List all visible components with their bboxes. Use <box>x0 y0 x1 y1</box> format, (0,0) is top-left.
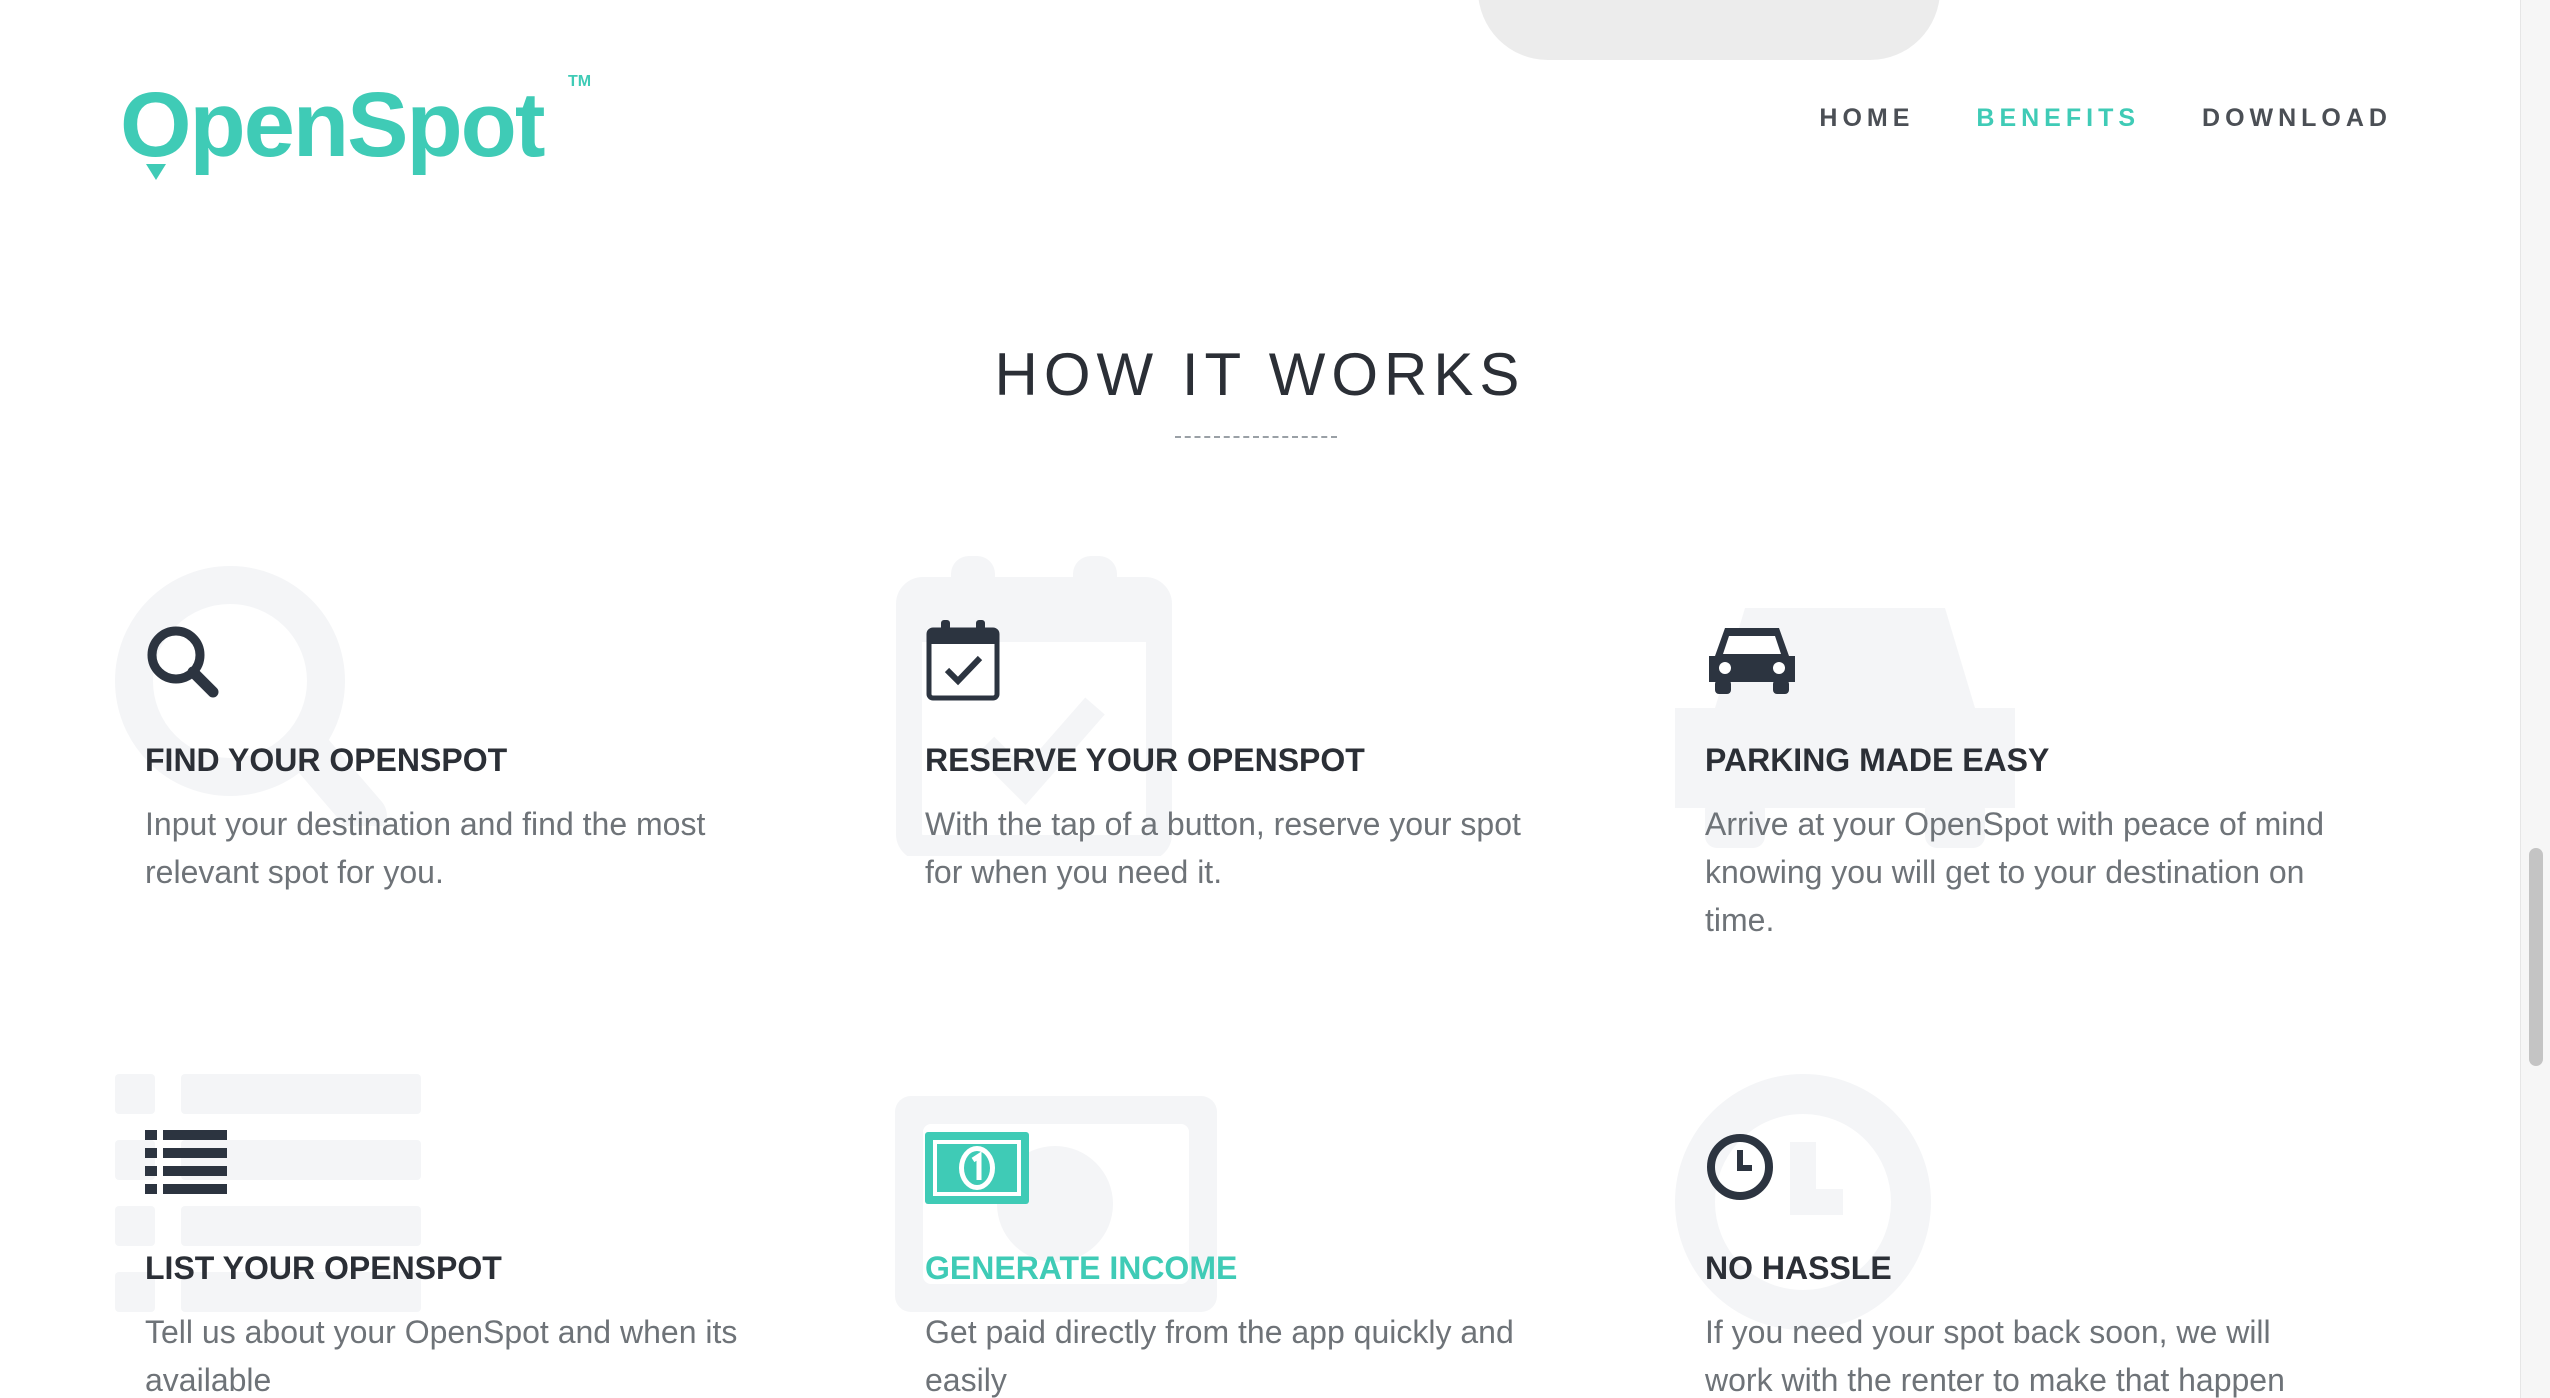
money-watermark-icon <box>895 1096 1217 1312</box>
feature-text: With the tap of a button, reserve your s… <box>925 806 1521 890</box>
main-nav: HOME BENEFITS DOWNLOAD <box>1819 104 2392 133</box>
feature-text: Input your destination and find the most… <box>145 806 706 890</box>
feature-title: LIST YOUR OPENSPOT <box>145 1250 502 1286</box>
feature-text: Get paid directly from the app quickly a… <box>925 1314 1514 1398</box>
feature-text: Arrive at your OpenSpot with peace of mi… <box>1705 806 2324 938</box>
calendar-check-icon <box>926 620 1000 701</box>
search-icon <box>147 626 219 698</box>
feature-text: If you need your spot back soon, we will… <box>1705 1314 2285 1398</box>
svg-text:TM: TM <box>568 73 591 90</box>
brand-logo[interactable]: OpenSpot TM <box>120 70 600 190</box>
page-scrollbar[interactable] <box>2520 0 2550 1398</box>
scrollbar-thumb[interactable] <box>2529 848 2543 1066</box>
feature-title: PARKING MADE EASY <box>1705 742 2050 778</box>
nav-benefits[interactable]: BENEFITS <box>1976 104 2140 133</box>
feature-text: Tell us about your OpenSpot and when its… <box>145 1314 738 1398</box>
feature-title: FIND YOUR OPENSPOT <box>145 742 508 778</box>
section-title: HOW IT WORKS <box>994 341 1526 408</box>
svg-text:OpenSpot: OpenSpot <box>120 74 545 176</box>
page: OpenSpot TM HOME BENEFITS DOWNLOAD HOW I… <box>0 0 2520 1398</box>
clock-watermark-icon <box>1675 1074 1931 1330</box>
nav-download[interactable]: DOWNLOAD <box>2202 104 2392 133</box>
nav-home[interactable]: HOME <box>1819 104 1914 133</box>
feature-title: GENERATE INCOME <box>925 1250 1238 1286</box>
feature-title: NO HASSLE <box>1705 1250 1892 1286</box>
car-icon <box>1709 628 1795 694</box>
list-icon <box>145 1130 227 1194</box>
money-bill-icon <box>925 1132 1029 1204</box>
clock-icon <box>1707 1134 1773 1200</box>
brand-logo-image: OpenSpot TM <box>120 73 591 180</box>
phone-mockup-image <box>1478 0 1940 60</box>
title-divider <box>1175 436 1337 438</box>
feature-title: RESERVE YOUR OPENSPOT <box>925 742 1365 778</box>
